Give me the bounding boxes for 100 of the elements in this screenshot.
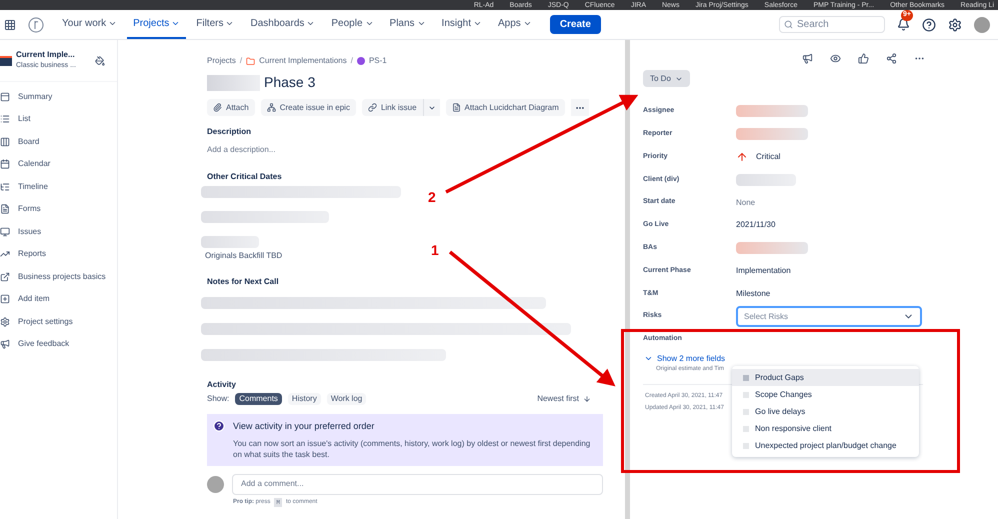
megaphone-icon[interactable] (802, 53, 813, 64)
sidebar-item[interactable]: Timeline (0, 180, 117, 193)
dropdown-option[interactable]: Scope Changes (732, 386, 919, 403)
help-icon[interactable] (922, 18, 936, 32)
paint-bucket-icon[interactable] (95, 56, 105, 66)
breadcrumb-separator: / (350, 55, 353, 67)
nav-menu-item[interactable]: Apps (492, 10, 538, 39)
monitor-icon (0, 226, 10, 236)
project-logo-icon (246, 56, 256, 66)
show-label: Show: (207, 393, 230, 405)
redacted-text-block (201, 236, 259, 248)
sidebar-item[interactable]: Project settings (0, 315, 117, 328)
field-value: 2021/11/30 (736, 219, 776, 232)
breadcrumb-link[interactable]: PS-1 (368, 55, 387, 67)
toolbar-button[interactable]: Create issue in epic (260, 99, 356, 116)
search-icon (784, 20, 793, 29)
nav-menu-item[interactable]: Plans (384, 10, 432, 39)
description-placeholder[interactable]: Add a description... (207, 144, 605, 156)
nav-menu-item[interactable]: Projects (127, 10, 186, 39)
sidebar-item[interactable]: Calendar (0, 158, 117, 170)
redacted-text-block (207, 74, 260, 90)
sidebar-item[interactable]: Give feedback (0, 338, 117, 350)
nav-menu-item[interactable]: Filters (190, 10, 240, 39)
dropdown-option[interactable]: Product Gaps (732, 369, 919, 386)
user-avatar[interactable] (974, 16, 990, 32)
chevron-down-icon (473, 19, 482, 28)
watch-icon[interactable] (830, 53, 841, 64)
dropdown-option[interactable]: Go live delays (732, 403, 919, 420)
sidebar-item[interactable]: Business projects basics (0, 270, 117, 283)
list-icon (0, 114, 10, 124)
sidebar-item[interactable]: Summary (0, 90, 117, 103)
link-icon (368, 103, 377, 112)
redacted-text-block (736, 128, 808, 140)
chevron-down-icon (364, 19, 374, 28)
toolbar-button[interactable]: Link issue (362, 99, 423, 116)
chevron-down-icon (416, 19, 426, 28)
dropdown-option[interactable]: Non responsive client (732, 420, 919, 437)
dropdown-option[interactable]: Unexpected project plan/budget change (732, 437, 919, 454)
nav-menu-item[interactable]: Dashboards (244, 10, 322, 39)
annotation-number: 2 (428, 188, 436, 207)
chevron-down-icon (522, 19, 532, 28)
sidebar-item[interactable]: Board (0, 135, 117, 148)
toolbar-button[interactable]: Attach Lucidchart Diagram (446, 99, 565, 116)
layout-icon (0, 92, 10, 102)
settings-icon[interactable] (948, 18, 962, 32)
redacted-text-block (736, 242, 808, 254)
annotation-number: 1 (431, 241, 439, 260)
activity-tab[interactable]: History (288, 393, 321, 405)
breadcrumb-link[interactable]: Current Implementations (259, 55, 347, 67)
breadcrumb-link[interactable]: Projects (207, 55, 236, 67)
sidebar-item[interactable]: Add item (0, 292, 117, 306)
checkbox[interactable] (743, 442, 749, 448)
comment-field[interactable]: Add a comment... (232, 474, 603, 494)
sidebar-item[interactable]: Reports (0, 248, 117, 260)
redacted-text-block (736, 105, 808, 118)
hierarchy-icon (266, 103, 276, 112)
sidebar-item[interactable]: Forms (0, 202, 117, 216)
create-button[interactable]: Create (550, 15, 601, 34)
timeline-icon (0, 182, 10, 192)
epic-icon (356, 57, 365, 65)
banner-title: View activity in your preferred order (233, 420, 376, 433)
field-value: Milestone (736, 288, 770, 300)
toolbar-button[interactable]: Attach (207, 99, 255, 116)
nav-menu-item[interactable]: Your work (56, 10, 124, 39)
project-logo-icon (0, 56, 12, 66)
field-value: Implementation (736, 264, 791, 277)
nav-menu-item[interactable]: Insight (436, 10, 488, 39)
show-more-link[interactable]: Show 2 more fields (657, 352, 726, 365)
search-field[interactable]: Search (779, 16, 885, 33)
activity-tab[interactable]: Comments (235, 393, 282, 405)
nav-menu-item[interactable]: People (325, 10, 380, 39)
sort-button[interactable]: Newest first (537, 393, 591, 405)
redacted-text-block (736, 174, 796, 186)
app-grid-icon[interactable] (4, 18, 16, 30)
checkbox[interactable] (743, 374, 749, 380)
status-button[interactable]: To Do (643, 70, 690, 87)
megaphone-icon (0, 339, 10, 349)
columns-icon (0, 136, 10, 146)
breadcrumb-separator: / (240, 55, 242, 67)
notifications-bell-icon[interactable] (897, 18, 910, 31)
priority-arrow-icon (736, 150, 748, 163)
chevron-down-icon (225, 19, 234, 28)
risks-select[interactable]: Select Risks (736, 306, 922, 328)
sidebar-item[interactable]: Issues (0, 225, 117, 238)
sidebar-item[interactable]: List (0, 112, 117, 126)
checkbox[interactable] (743, 426, 749, 432)
chevron-down-icon (171, 19, 180, 28)
user-avatar (207, 476, 224, 492)
logo-icon[interactable] (28, 16, 44, 32)
activity-tab[interactable]: Work log (326, 393, 366, 405)
thumbs-up-icon[interactable] (858, 53, 869, 64)
section-heading: Activity (207, 379, 237, 391)
section-heading: Description (207, 126, 252, 138)
field-value: None (736, 196, 756, 209)
checkbox[interactable] (743, 408, 749, 414)
more-button[interactable] (570, 99, 589, 116)
checkbox[interactable] (743, 392, 749, 398)
project-name[interactable]: Current Imple... (16, 49, 76, 62)
share-icon[interactable] (886, 53, 897, 64)
priority-value: Critical (756, 150, 780, 163)
